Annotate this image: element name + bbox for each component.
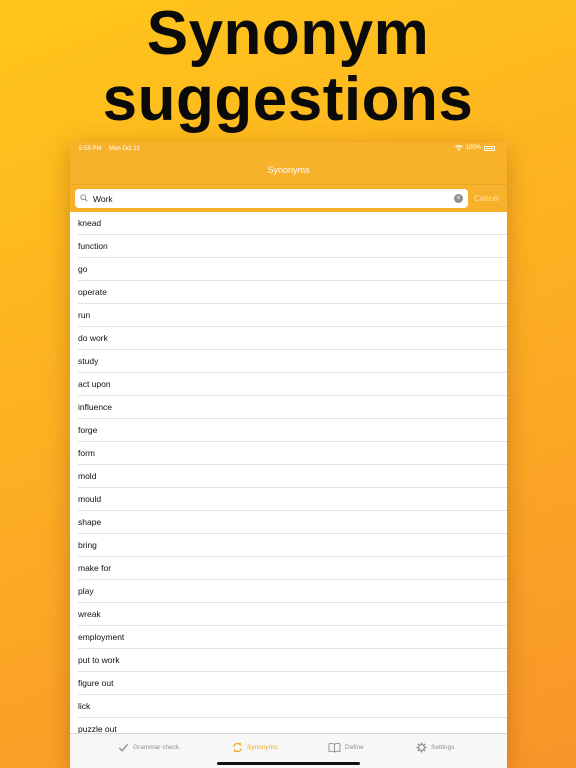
list-item[interactable]: figure out xyxy=(70,672,507,695)
list-item[interactable]: operate xyxy=(70,281,507,304)
tab-label: Synonyms xyxy=(247,744,278,751)
list-item[interactable]: shape xyxy=(70,511,507,534)
list-item[interactable]: make for xyxy=(70,557,507,580)
headline-line-1: Synonym xyxy=(146,0,430,68)
tab-bar: Grammar check Synonyms Define Settings xyxy=(70,733,507,768)
list-item[interactable]: employment xyxy=(70,626,507,649)
list-item[interactable]: go xyxy=(70,258,507,281)
list-item[interactable]: influence xyxy=(70,396,507,419)
device-screen: 5:58 PM Mon Oct 21 100% Synonyms × Cance… xyxy=(70,142,507,768)
home-indicator[interactable] xyxy=(217,762,360,765)
list-item[interactable]: mold xyxy=(70,465,507,488)
synonyms-icon xyxy=(233,742,242,753)
list-item[interactable]: mould xyxy=(70,488,507,511)
list-item[interactable]: study xyxy=(70,350,507,373)
search-box[interactable]: × xyxy=(75,189,468,208)
tab-synonyms[interactable]: Synonyms xyxy=(232,742,277,753)
status-date: Mon Oct 21 xyxy=(109,146,141,152)
list-item[interactable]: wreak xyxy=(70,603,507,626)
cancel-button[interactable]: Cancel xyxy=(474,194,499,203)
list-item[interactable]: do work xyxy=(70,327,507,350)
tab-label: Grammar check xyxy=(133,744,180,751)
status-bar: 5:58 PM Mon Oct 21 100% xyxy=(70,142,507,156)
tab-define[interactable]: Define xyxy=(328,742,364,753)
list-item[interactable]: run xyxy=(70,304,507,327)
checkmark-icon xyxy=(118,743,129,752)
book-icon xyxy=(328,742,341,753)
status-right: 100% xyxy=(454,145,495,151)
headline-line-2: suggestions xyxy=(102,65,474,134)
list-item[interactable]: put to work xyxy=(70,649,507,672)
tab-label: Settings xyxy=(431,744,455,751)
clear-icon[interactable]: × xyxy=(454,194,463,203)
list-item[interactable]: forge xyxy=(70,419,507,442)
search-icon xyxy=(80,194,88,202)
gear-icon xyxy=(416,742,427,753)
nav-bar: Synonyms xyxy=(70,156,507,184)
list-item[interactable]: act upon xyxy=(70,373,507,396)
list-item[interactable]: bring xyxy=(70,534,507,557)
list-item[interactable]: function xyxy=(70,235,507,258)
list-item[interactable]: form xyxy=(70,442,507,465)
list-item[interactable]: play xyxy=(70,580,507,603)
list-item[interactable]: knead xyxy=(70,212,507,235)
battery-icon xyxy=(484,145,495,151)
tab-settings[interactable]: Settings xyxy=(416,742,455,753)
battery-percent: 100% xyxy=(465,145,481,151)
search-row: × Cancel xyxy=(70,184,507,212)
wifi-icon xyxy=(454,145,463,151)
status-time: 5:58 PM xyxy=(79,146,102,152)
tab-label: Define xyxy=(345,744,364,751)
synonym-list: knead function go operate run do work study act… xyxy=(70,212,507,741)
tab-grammar-check[interactable]: Grammar check xyxy=(118,742,179,753)
search-input[interactable] xyxy=(93,189,453,208)
list-item[interactable]: lick xyxy=(70,695,507,718)
nav-title: Synonyms xyxy=(267,165,310,175)
